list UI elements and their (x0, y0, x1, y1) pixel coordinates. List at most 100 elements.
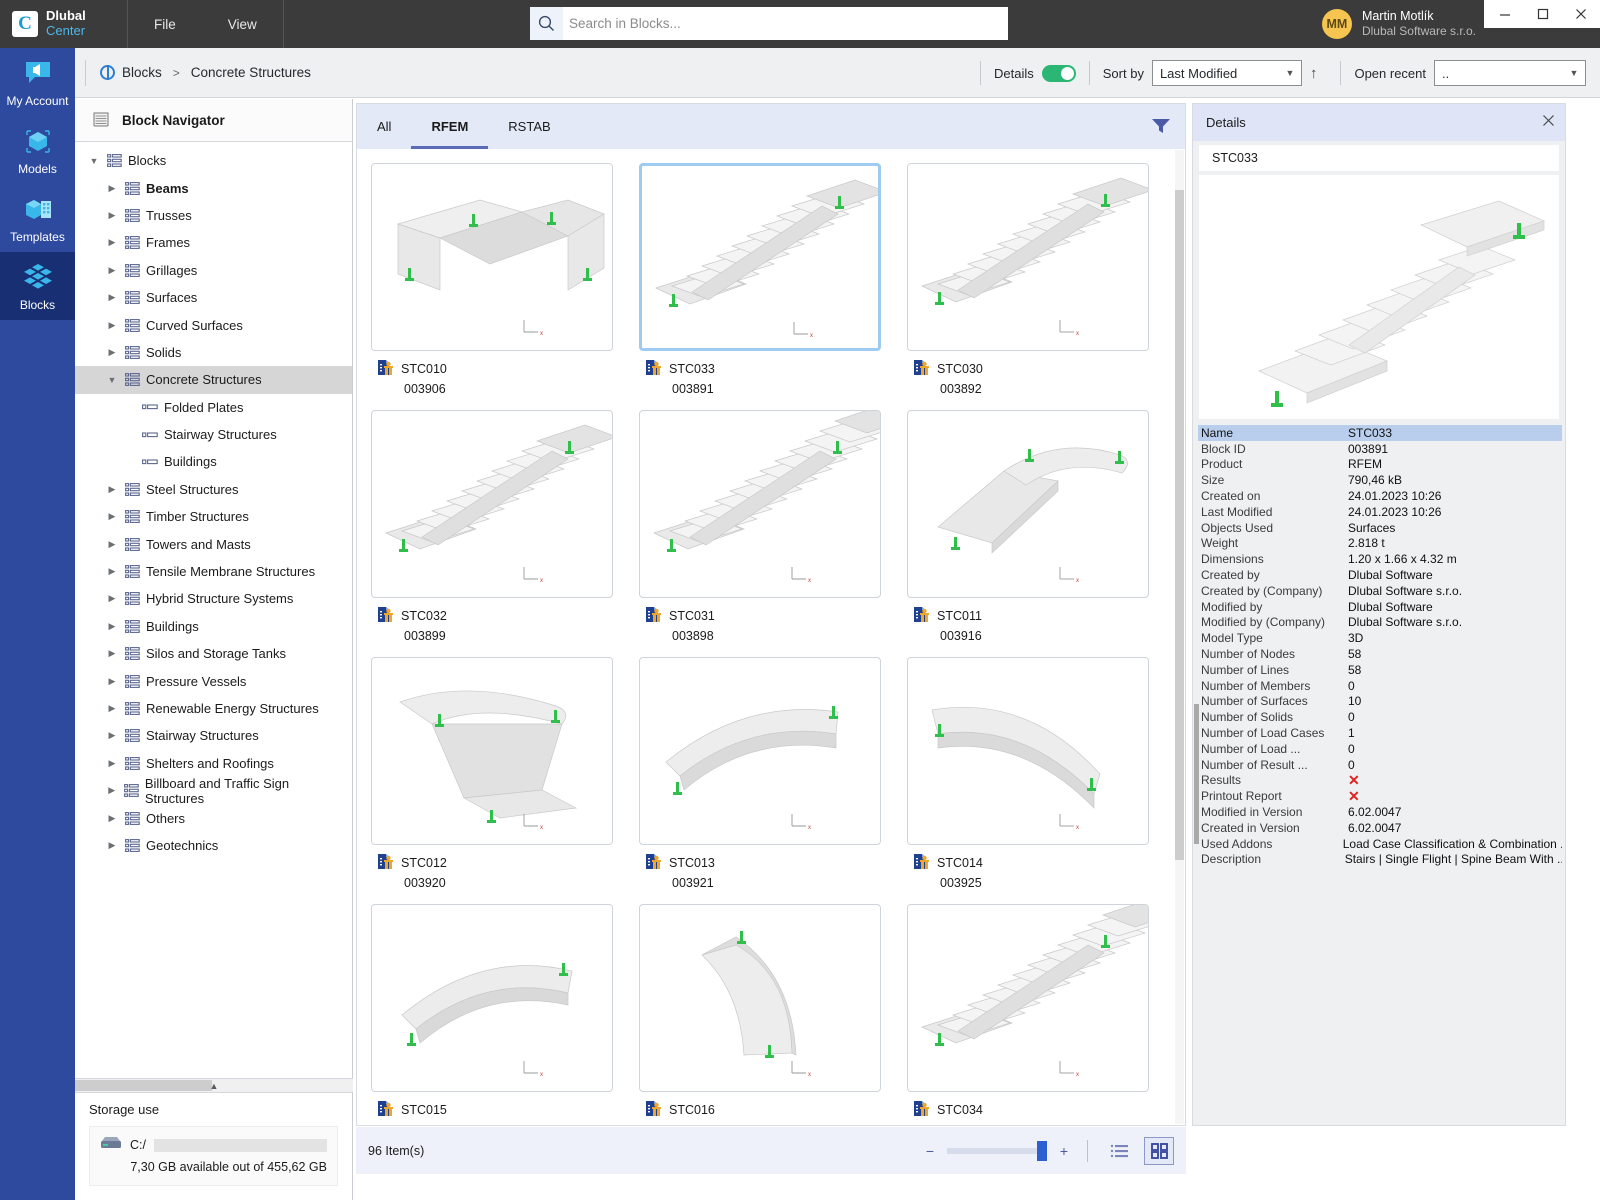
chevron-right-icon[interactable]: ▶ (103, 840, 121, 851)
tree-item-steel-structures[interactable]: ▶ Steel Structures (75, 476, 352, 503)
rail-item-models[interactable]: Models (0, 116, 75, 184)
property-row[interactable]: Model Type 3D (1198, 630, 1562, 646)
rail-item-my-account[interactable]: My Account (0, 48, 75, 116)
chevron-right-icon[interactable]: ▶ (103, 813, 121, 824)
sort-direction-icon[interactable]: ↑ (1310, 65, 1318, 82)
rail-item-blocks[interactable]: Blocks (0, 252, 75, 320)
property-row[interactable]: Number of Load Cases 1 (1198, 725, 1562, 741)
chevron-right-icon[interactable]: ▶ (103, 676, 121, 687)
block-card[interactable]: x STC034 003934 (907, 904, 1149, 1125)
tree-item-buildings[interactable]: ▶ Buildings (75, 613, 352, 640)
chevron-down-icon[interactable]: ▼ (103, 375, 121, 385)
chevron-right-icon[interactable]: ▶ (103, 730, 121, 741)
tree-item-buildings[interactable]: Buildings (75, 448, 352, 475)
chevron-right-icon[interactable]: ▶ (103, 484, 121, 495)
block-thumbnail[interactable]: x (639, 657, 881, 845)
search-box[interactable] (530, 7, 1008, 40)
property-row[interactable]: Modified by (Company) Dlubal Software s.r… (1198, 615, 1562, 631)
details-vscrollbar[interactable] (1194, 704, 1199, 844)
property-row[interactable]: Number of Solids 0 (1198, 709, 1562, 725)
property-row[interactable]: Product RFEM (1198, 457, 1562, 473)
tree-item-pressure-vessels[interactable]: ▶ Pressure Vessels (75, 667, 352, 694)
block-thumbnail[interactable]: x (371, 904, 613, 1092)
property-row[interactable]: Created in Version 6.02.0047 (1198, 820, 1562, 836)
tree-item-concrete-structures[interactable]: ▼ Concrete Structures (75, 366, 352, 394)
block-card[interactable]: x STC032 003899 (371, 410, 613, 643)
property-row[interactable]: Dimensions 1.20 x 1.66 x 4.32 m (1198, 551, 1562, 567)
property-row[interactable]: Results ✕ (1198, 773, 1562, 789)
chevron-right-icon[interactable]: ▶ (103, 648, 121, 659)
block-thumbnail[interactable]: x (371, 163, 613, 351)
property-row[interactable]: Name STC033 (1198, 425, 1562, 441)
tree-item-beams[interactable]: ▶ Beams (75, 174, 352, 201)
search-input[interactable] (563, 8, 1008, 39)
menu-file[interactable]: File (128, 0, 202, 48)
tree-item-solids[interactable]: ▶ Solids (75, 339, 352, 366)
block-thumbnail[interactable]: x (639, 904, 881, 1092)
tab-rfem[interactable]: RFEM (411, 104, 489, 149)
rail-item-templates[interactable]: Templates (0, 184, 75, 252)
property-row[interactable]: Weight 2.818 t (1198, 536, 1562, 552)
property-row[interactable]: Number of Members 0 (1198, 678, 1562, 694)
filter-funnel-icon[interactable] (1151, 117, 1171, 138)
list-view-icon[interactable] (1104, 1137, 1134, 1165)
chevron-down-icon[interactable]: ▼ (85, 156, 103, 166)
block-thumbnail[interactable]: x (907, 904, 1149, 1092)
block-card[interactable]: x STC014 003925 (907, 657, 1149, 890)
scrollbar-thumb[interactable] (75, 1080, 212, 1091)
collapse-arrow-icon[interactable]: ▲ (210, 1081, 219, 1091)
property-row[interactable]: Description Stairs | Single Flight | Spin… (1198, 852, 1562, 868)
block-card[interactable]: x STC015 003929 (371, 904, 613, 1125)
zoom-out-button[interactable]: − (923, 1143, 937, 1159)
tree-item-geotechnics[interactable]: ▶ Geotechnics (75, 832, 352, 859)
chevron-right-icon[interactable]: ▶ (103, 183, 121, 194)
tree-item-surfaces[interactable]: ▶ Surfaces (75, 284, 352, 311)
grid-view-icon[interactable] (1144, 1136, 1174, 1165)
tree-item-trusses[interactable]: ▶ Trusses (75, 202, 352, 229)
minimize-icon[interactable] (1486, 0, 1524, 28)
tab-all[interactable]: All (357, 104, 411, 149)
close-icon[interactable] (1562, 0, 1600, 28)
tree-item-billboard-and-traffic-sign-structures[interactable]: ▶ Billboard and Traffic Sign Structures (75, 776, 352, 806)
property-row[interactable]: Created by Dlubal Software (1198, 567, 1562, 583)
sort-by-select[interactable]: Last Modified ▼ (1151, 60, 1302, 86)
scrollbar-thumb[interactable] (1175, 190, 1184, 860)
tree-item-curved-surfaces[interactable]: ▶ Curved Surfaces (75, 311, 352, 338)
navigator-hscrollbar[interactable]: ▲ (75, 1078, 353, 1092)
property-row[interactable]: Created by (Company) Dlubal Software s.r.… (1198, 583, 1562, 599)
chevron-right-icon[interactable]: ▶ (103, 703, 121, 714)
breadcrumb-root[interactable]: Blocks (122, 65, 162, 80)
property-row[interactable]: Printout Report ✕ (1198, 788, 1562, 804)
property-row[interactable]: Number of Nodes 58 (1198, 646, 1562, 662)
block-thumbnail[interactable]: x (907, 657, 1149, 845)
tree-item-grillages[interactable]: ▶ Grillages (75, 257, 352, 284)
chevron-right-icon[interactable]: ▶ (103, 237, 121, 248)
tree-item-frames[interactable]: ▶ Frames (75, 229, 352, 256)
block-card[interactable]: x STC030 003892 (907, 163, 1149, 396)
tree-item-hybrid-structure-systems[interactable]: ▶ Hybrid Structure Systems (75, 585, 352, 612)
property-row[interactable]: Number of Lines 58 (1198, 662, 1562, 678)
block-thumbnail[interactable]: x (907, 410, 1149, 598)
tree-item-tensile-membrane-structures[interactable]: ▶ Tensile Membrane Structures (75, 558, 352, 585)
property-row[interactable]: Number of Surfaces 10 (1198, 694, 1562, 710)
chevron-right-icon[interactable]: ▶ (103, 785, 120, 796)
chevron-right-icon[interactable]: ▶ (103, 292, 121, 303)
open-recent-select[interactable]: .. ▼ (1434, 60, 1586, 86)
block-card[interactable]: x STC016 003932 (639, 904, 881, 1125)
block-card[interactable]: x STC012 003920 (371, 657, 613, 890)
property-row[interactable]: Block ID 003891 (1198, 441, 1562, 457)
block-thumbnail[interactable]: x (371, 657, 613, 845)
chevron-right-icon[interactable]: ▶ (103, 320, 121, 331)
block-card[interactable]: x STC013 003921 (639, 657, 881, 890)
block-card[interactable]: x STC033 003891 (639, 163, 881, 396)
zoom-in-button[interactable]: + (1057, 1143, 1071, 1159)
chevron-right-icon[interactable]: ▶ (103, 347, 121, 358)
tree-item-stairway-structures[interactable]: ▶ Stairway Structures (75, 722, 352, 749)
property-row[interactable]: Modified in Version 6.02.0047 (1198, 804, 1562, 820)
breadcrumb-current[interactable]: Concrete Structures (191, 65, 311, 80)
property-row[interactable]: Created on 24.01.2023 10:26 (1198, 488, 1562, 504)
tree-item-shelters-and-roofings[interactable]: ▶ Shelters and Roofings (75, 750, 352, 777)
property-row[interactable]: Number of Result ... 0 (1198, 757, 1562, 773)
zoom-slider[interactable] (947, 1140, 1047, 1161)
property-row[interactable]: Number of Load ... 0 (1198, 741, 1562, 757)
